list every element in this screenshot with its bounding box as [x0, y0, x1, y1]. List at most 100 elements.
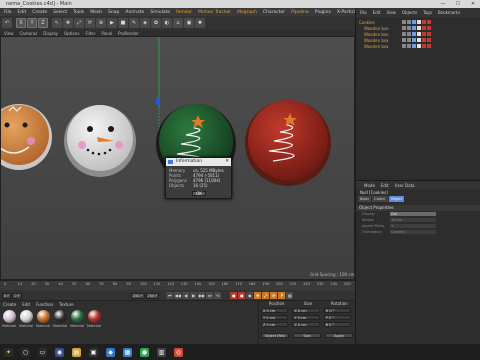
viewport-menu-panel[interactable]: Panel	[101, 31, 112, 36]
move-key-icon[interactable]: ✥	[254, 292, 262, 299]
snowman-cookie[interactable]	[64, 105, 136, 177]
position-field[interactable]: Z 0 cm	[261, 322, 289, 327]
attribute-value[interactable]: 10 cm	[390, 218, 436, 222]
axis-x-button[interactable]: X	[16, 18, 26, 28]
tag-icon[interactable]	[427, 44, 431, 48]
viewport-menu-filter[interactable]: Filter	[85, 31, 95, 36]
start-icon[interactable]: ✦	[4, 347, 13, 357]
param-key-icon[interactable]: P	[278, 292, 286, 299]
explorer-icon[interactable]: ▤	[72, 347, 81, 357]
menu-snap[interactable]: Snap	[108, 10, 119, 15]
rotation-field[interactable]: H 0 °	[323, 308, 351, 313]
tag-icon[interactable]	[412, 38, 416, 42]
deform-icon[interactable]: ◐	[162, 18, 172, 28]
tag-icon[interactable]	[412, 20, 416, 24]
close-button[interactable]: ✕	[466, 0, 480, 8]
rotate-key-icon[interactable]: ⟳	[270, 292, 278, 299]
material-swatch[interactable]: Material	[70, 310, 84, 328]
size-mode-dropdown[interactable]: Size	[293, 333, 321, 338]
axis-z-button[interactable]: Z	[38, 18, 48, 28]
coord-mode-dropdown[interactable]: Object (Rel)	[261, 333, 289, 338]
scene-icon[interactable]: ⌂	[173, 18, 183, 28]
viewport-menu-cameras[interactable]: Cameras	[20, 31, 38, 36]
minimize-button[interactable]: —	[436, 0, 450, 8]
play-icon[interactable]: ▶	[190, 292, 198, 299]
object-row[interactable]: Wooden box	[356, 43, 480, 49]
taskview-icon[interactable]: ▭	[38, 347, 47, 357]
object-menu-file[interactable]: File	[360, 10, 367, 15]
keyframe-icon[interactable]: ◆	[246, 292, 254, 299]
tag-icon[interactable]	[427, 26, 431, 30]
axis-y-button[interactable]: Y	[27, 18, 37, 28]
current-frame-field[interactable]: 0 F	[12, 292, 22, 299]
undo-icon[interactable]: ↶	[2, 18, 12, 28]
size-field[interactable]: X 0 cm	[292, 308, 320, 313]
position-field[interactable]: X 0 cm	[261, 308, 289, 313]
material-menu-create[interactable]: Create	[3, 302, 16, 307]
rotate-icon[interactable]: ⟳	[85, 18, 95, 28]
rotation-field[interactable]: B 0 °	[323, 322, 351, 327]
max-frame-field[interactable]: 250 F	[145, 292, 160, 299]
tag-icon[interactable]	[407, 26, 411, 30]
move-icon[interactable]: ✥	[63, 18, 73, 28]
prev-frame-icon[interactable]: ◀	[182, 292, 190, 299]
tag-icon[interactable]	[417, 26, 421, 30]
tab-basic[interactable]: Basic	[358, 196, 372, 202]
tab-coord[interactable]: Coord.	[372, 196, 388, 202]
tag-icon[interactable]	[422, 44, 426, 48]
menu-motion-tracker[interactable]: Motion Tracker	[198, 10, 231, 15]
next-frame-icon[interactable]: ▶▶	[198, 292, 206, 299]
menu-edit[interactable]: Edit	[18, 10, 27, 15]
tag-icon[interactable]	[402, 20, 406, 24]
object-menu-bookmarks[interactable]: Bookmarks	[438, 10, 460, 15]
tag-icon[interactable]	[412, 26, 416, 30]
timeline-ruler[interactable]: 0 10 20 30 40 50 60 70 80 90 100 110 120 130 140 150 160…	[0, 281, 355, 290]
menu-animate[interactable]: Animate	[125, 10, 144, 15]
material-swatch[interactable]: Material	[2, 310, 16, 328]
cube-icon[interactable]: ■	[118, 18, 128, 28]
scale-key-icon[interactable]: ⤢	[262, 292, 270, 299]
object-menu-edit[interactable]: Edit	[373, 10, 381, 15]
position-field[interactable]: Y 0 cm	[261, 315, 289, 320]
menu-pipeline[interactable]: Pipeline	[291, 10, 309, 15]
material-menu-edit[interactable]: Edit	[22, 302, 30, 307]
coord-icon[interactable]: ⊕	[96, 18, 106, 28]
ok-button[interactable]: OK	[192, 191, 206, 196]
goto-start-icon[interactable]: ⏮	[166, 292, 174, 299]
render-icon[interactable]: ▶	[107, 18, 117, 28]
start-frame-field[interactable]: 0 F	[2, 292, 12, 299]
record-icon[interactable]: ●	[230, 292, 238, 299]
prev-key-icon[interactable]: ◀◀	[174, 292, 182, 299]
tag-icon[interactable]	[422, 38, 426, 42]
z-axis-handle[interactable]	[156, 97, 160, 105]
maximize-button[interactable]: ☐	[451, 0, 465, 8]
material-menu-texture[interactable]: Texture	[59, 302, 74, 307]
tag-icon[interactable]	[407, 38, 411, 42]
tag-icon[interactable]	[402, 32, 406, 36]
tag-icon[interactable]	[422, 32, 426, 36]
scale-icon[interactable]: ⤢	[74, 18, 84, 28]
tag-icon[interactable]	[417, 38, 421, 42]
attribute-menu-mode[interactable]: Mode	[364, 183, 375, 188]
viewport-menu-prorender[interactable]: ProRender	[118, 31, 139, 36]
object-menu-objects[interactable]: Objects	[402, 10, 417, 15]
menu-tools[interactable]: Tools	[73, 10, 84, 15]
tag-icon[interactable]	[402, 26, 406, 30]
menu-character[interactable]: Character	[263, 10, 285, 15]
chrome-icon[interactable]: ◎	[174, 347, 183, 357]
material-swatch[interactable]: Material	[87, 310, 101, 328]
attribute-value[interactable]: Camera	[390, 230, 436, 234]
files-icon[interactable]: ▥	[157, 347, 166, 357]
menu-simulate[interactable]: Simulate	[150, 10, 170, 15]
pen-icon[interactable]: ✎	[129, 18, 139, 28]
loop-icon[interactable]: ⟲	[214, 292, 222, 299]
tag-icon[interactable]	[407, 44, 411, 48]
tag-icon[interactable]	[412, 44, 416, 48]
app-icon[interactable]: ▣	[89, 347, 98, 357]
cinema4d-icon[interactable]: ◉	[55, 347, 64, 357]
tag-icon[interactable]	[427, 38, 431, 42]
material-swatch[interactable]: Material	[19, 310, 33, 328]
tag-icon[interactable]	[402, 38, 406, 42]
attribute-menu-edit[interactable]: Edit	[381, 183, 389, 188]
grid-key-icon[interactable]: ▦	[286, 292, 294, 299]
